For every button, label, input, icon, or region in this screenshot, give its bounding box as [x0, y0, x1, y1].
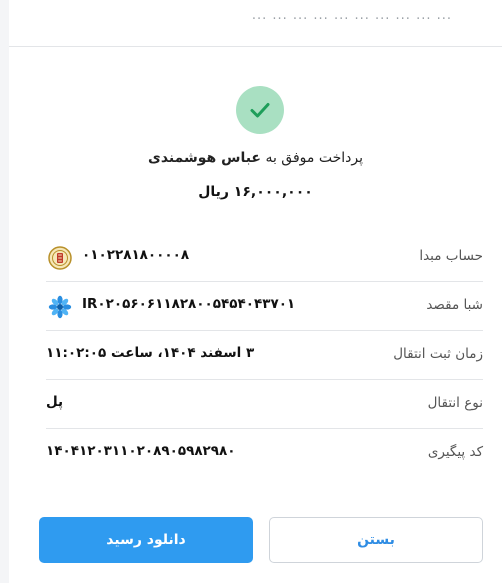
bank-melli-icon [48, 246, 72, 270]
row-tracking-code: کد پیگیری ۱۴۰۴۱۲۰۳۱۱۰۲۰۸۹۰۵۹۸۲۹۸۰ [46, 429, 483, 477]
receipt-sheet: ... ... ... ... ... ... ... ... ... ... … [9, 0, 502, 583]
row-transfer-type: نوع انتقال پل [46, 380, 483, 429]
row-label: نوع انتقال [427, 395, 483, 411]
row-source-account: حساب مبدا ۰۱۰۲۲۸۱۸۰۰۰۰۸ [46, 233, 483, 282]
row-destination-sheba: شبا مقصد IR۰۲۰۵۶۰۶۱۱۸۲۸۰۰۵۴۵۴۰۴۳۷۰۱ [46, 282, 483, 331]
tracking-code-value: ۱۴۰۴۱۲۰۳۱۱۰۲۰۸۹۰۵۹۸۲۹۸۰ [46, 443, 236, 459]
payment-title: پرداخت موفق به عباس هوشمندی [9, 150, 502, 166]
row-label: حساب مبدا [419, 248, 483, 264]
details-list: حساب مبدا ۰۱۰۲۲۸۱۸۰۰۰۰۸ شبا مقصد IR۰۲۰۵۶… [46, 233, 483, 477]
transfer-time-value: ۳ اسفند ۱۴۰۴، ساعت ۱۱:۰۲:۰۵ [46, 345, 255, 361]
transfer-type-value: پل [46, 394, 64, 410]
title-prefix: پرداخت موفق به [265, 150, 363, 166]
source-account-number: ۰۱۰۲۲۸۱۸۰۰۰۰۸ [82, 247, 190, 263]
bank-logo-flower-icon [48, 295, 72, 319]
top-partial-text: ... ... ... ... ... ... ... ... ... ... [251, 8, 452, 23]
payment-amount: ۱۶,۰۰۰,۰۰۰ ریال [198, 184, 313, 200]
download-receipt-button[interactable]: دانلود رسید [39, 517, 253, 563]
close-button[interactable]: بستن [269, 517, 483, 563]
success-check-icon [236, 86, 284, 134]
row-label: کد پیگیری [427, 444, 483, 460]
payee-name: عباس هوشمندی [147, 150, 261, 166]
top-partial-header: ... ... ... ... ... ... ... ... ... ... [9, 0, 502, 47]
destination-sheba-number: IR۰۲۰۵۶۰۶۱۱۸۲۸۰۰۵۴۵۴۰۴۳۷۰۱ [82, 296, 296, 312]
row-transfer-time: زمان ثبت انتقال ۳ اسفند ۱۴۰۴، ساعت ۱۱:۰۲… [46, 331, 483, 380]
row-label: شبا مقصد [426, 297, 483, 313]
row-label: زمان ثبت انتقال [393, 346, 483, 362]
